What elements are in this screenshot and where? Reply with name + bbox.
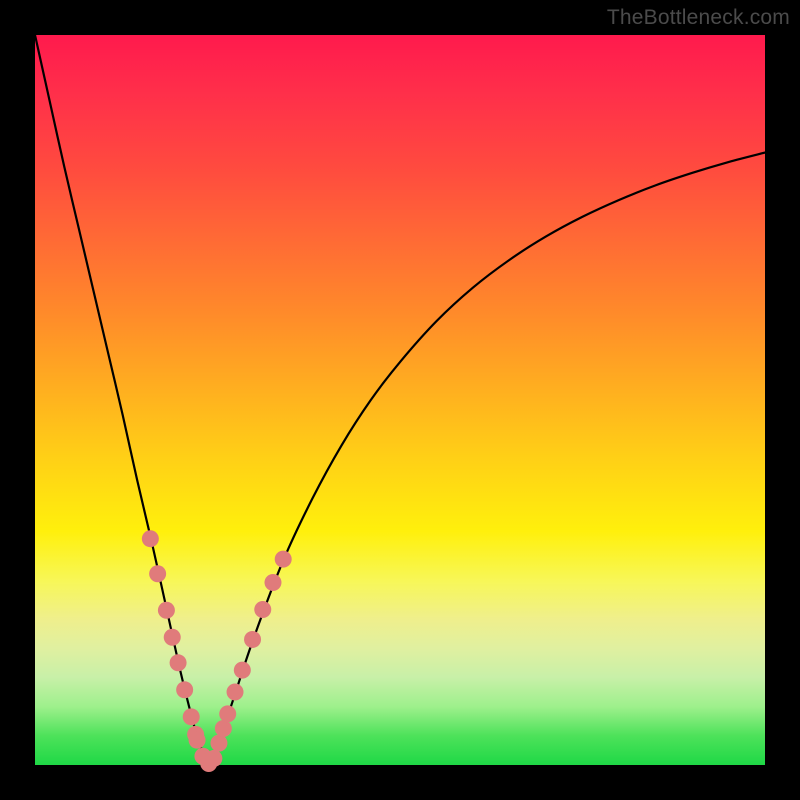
- data-dot: [205, 750, 222, 767]
- data-dot: [189, 732, 206, 749]
- data-dot: [142, 530, 159, 547]
- bottleneck-curve: [35, 35, 765, 765]
- data-dot: [234, 662, 251, 679]
- curve-left: [35, 35, 210, 765]
- data-dot: [215, 720, 232, 737]
- data-dot: [275, 551, 292, 568]
- data-dot: [176, 681, 193, 698]
- data-dot: [149, 565, 166, 582]
- curve-right: [210, 153, 765, 765]
- data-dot: [164, 629, 181, 646]
- data-dot: [254, 601, 271, 618]
- data-dot: [227, 684, 244, 701]
- data-dot: [170, 654, 187, 671]
- plot-area: [35, 35, 765, 765]
- data-dot: [219, 705, 236, 722]
- data-dot: [158, 602, 175, 619]
- curve-group: [35, 35, 765, 765]
- data-dot: [264, 574, 281, 591]
- data-dot: [210, 735, 227, 752]
- data-dot: [183, 708, 200, 725]
- data-dot: [244, 631, 261, 648]
- chart-frame: TheBottleneck.com: [0, 0, 800, 800]
- dots-group: [142, 530, 292, 772]
- watermark-text: TheBottleneck.com: [607, 6, 790, 30]
